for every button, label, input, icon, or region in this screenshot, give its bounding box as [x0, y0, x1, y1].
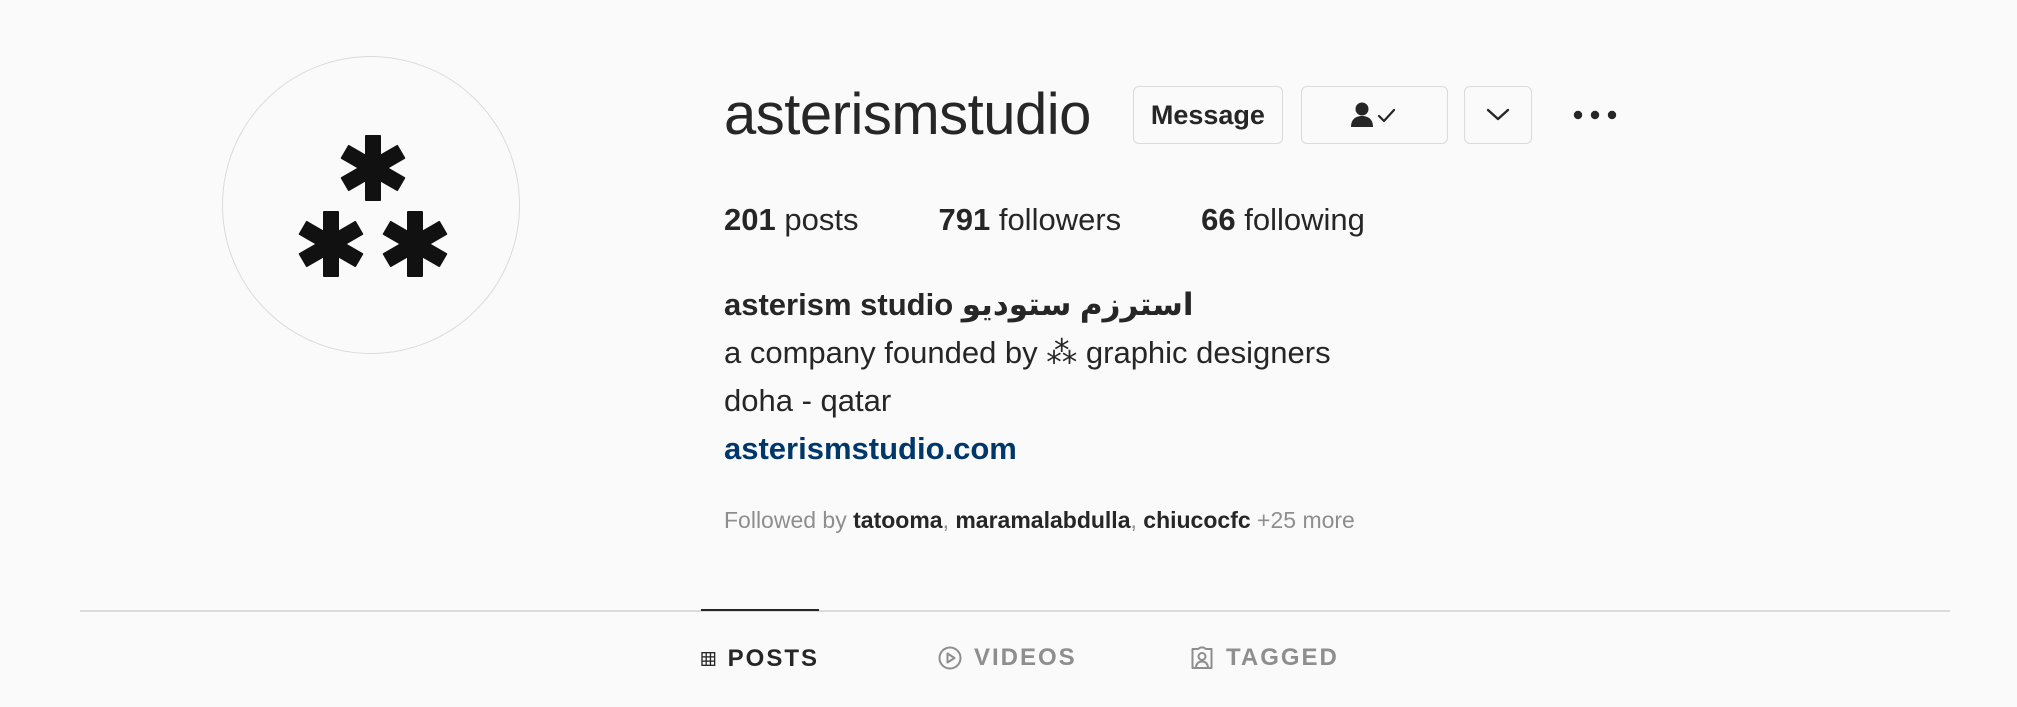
tagged-user-icon [1191, 646, 1213, 669]
bio-description: a company founded by ⁂ graphic designers [724, 335, 1331, 370]
profile-stats: 201 posts 791 followers 66 following [724, 200, 1824, 240]
tab-videos-label: VIDEOS [974, 644, 1077, 671]
followed-by-prefix: Followed by [724, 507, 847, 533]
tab-videos[interactable]: VIDEOS [938, 610, 1077, 706]
profile-info: asterismstudio Message 201 posts 791 fol… [724, 60, 1824, 534]
followed-by-user[interactable]: chiucocfc [1143, 507, 1250, 533]
profile-avatar[interactable] [222, 56, 520, 354]
profile-username: asterismstudio [724, 82, 1091, 147]
followers-count-value: 791 [938, 202, 991, 237]
grid-icon [701, 652, 716, 666]
posts-count-value: 201 [724, 202, 776, 237]
tab-posts[interactable]: POSTS [701, 609, 819, 707]
play-circle-icon [938, 646, 962, 670]
followers-count-label: followers [998, 202, 1122, 237]
chevron-down-icon [1486, 108, 1510, 121]
tab-tagged[interactable]: TAGGED [1190, 610, 1339, 706]
tab-tagged-label: TAGGED [1226, 644, 1339, 671]
bio-full-name: asterism studio استرزم ستوديو [724, 287, 1194, 322]
followed-by-user[interactable]: tatooma [853, 507, 942, 533]
following-count-label: following [1244, 202, 1365, 237]
followed-by-more[interactable]: +25 more [1257, 507, 1355, 533]
more-dots-icon [1573, 110, 1617, 120]
more-options-button[interactable] [1568, 86, 1622, 144]
following-button[interactable] [1300, 86, 1448, 144]
followed-by[interactable]: Followed by tatooma, maramalabdulla, chi… [724, 507, 1824, 534]
profile-header: asterismstudio Message [724, 60, 1824, 170]
followed-by-user[interactable]: maramalabdulla [955, 507, 1130, 533]
posts-count: 201 posts [724, 202, 858, 238]
tab-posts-label: POSTS [727, 645, 819, 672]
following-link[interactable]: 66 following [1201, 202, 1365, 238]
user-check-icon [1351, 102, 1396, 127]
asterism-logo-icon [298, 135, 448, 277]
bio-website-link[interactable]: asterismstudio.com [724, 431, 1017, 466]
following-count-value: 66 [1201, 202, 1236, 237]
bio-location: doha - qatar [724, 383, 892, 418]
posts-count-label: posts [784, 202, 859, 237]
message-button[interactable]: Message [1132, 86, 1283, 144]
profile-bio: asterism studio استرزم ستوديو a company … [724, 281, 1824, 473]
suggested-accounts-button[interactable] [1463, 86, 1532, 144]
followers-link[interactable]: 791 followers [938, 202, 1121, 238]
